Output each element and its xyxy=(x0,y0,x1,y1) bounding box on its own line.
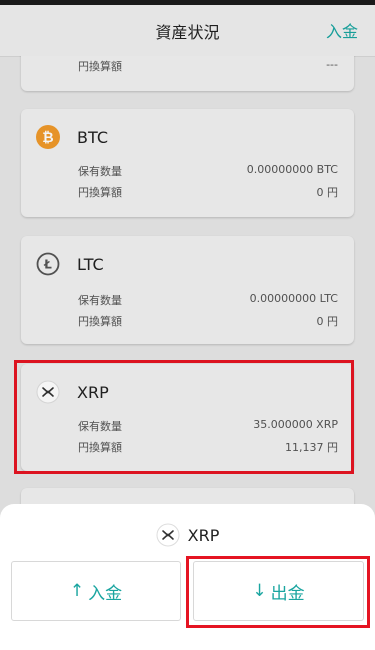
arrow-up-icon: ↑ xyxy=(69,581,85,601)
jpy-value: --- xyxy=(326,58,338,71)
jpy-row: 円換算額 0 円 xyxy=(78,184,338,200)
holdings-value: 0.00000000 LTC xyxy=(249,292,338,305)
app-header: 資産状況 入金 xyxy=(0,5,375,57)
holdings-row: 保有数量 0.00000000 LTC xyxy=(78,292,338,308)
jpy-value: 0 円 xyxy=(316,315,339,328)
deposit-button[interactable]: ↑ 入金 xyxy=(11,561,181,621)
highlight-frame-withdraw xyxy=(186,556,370,628)
coin-name: LTC xyxy=(77,254,104,274)
bitcoin-icon: ₿ xyxy=(36,125,60,149)
jpy-row: 円換算額 --- xyxy=(78,58,338,74)
page-title: 資産状況 xyxy=(155,22,220,42)
svg-text:Ł: Ł xyxy=(43,258,52,272)
holdings-label: 保有数量 xyxy=(78,165,122,178)
asset-card-btc[interactable]: ₿ BTC 保有数量 0.00000000 BTC 円換算額 0 円 xyxy=(21,109,354,217)
sheet-coin-name: XRP xyxy=(187,525,220,545)
deposit-label: 入金 xyxy=(88,583,123,604)
coin-name: BTC xyxy=(77,127,108,147)
xrp-icon xyxy=(156,523,180,547)
svg-text:₿: ₿ xyxy=(42,130,53,146)
jpy-label: 円換算額 xyxy=(78,186,122,199)
coin-head: Ł LTC xyxy=(36,252,104,276)
header-deposit-link[interactable]: 入金 xyxy=(326,18,358,42)
holdings-label: 保有数量 xyxy=(78,294,122,307)
coin-head: ₿ BTC xyxy=(36,125,108,149)
litecoin-icon: Ł xyxy=(36,252,60,276)
holdings-row: 保有数量 0.00000000 BTC xyxy=(78,163,338,179)
holdings-value: 0.00000000 BTC xyxy=(246,163,338,176)
screen: 資産状況 入金 円換算額 --- ₿ BTC 保有数量 0.00000000 B… xyxy=(0,0,375,650)
asset-card-partial[interactable]: 円換算額 --- xyxy=(21,56,354,91)
highlight-frame-xrp-card xyxy=(14,360,354,474)
jpy-row: 円換算額 0 円 xyxy=(78,313,338,329)
jpy-label: 円換算額 xyxy=(78,60,122,73)
asset-card-ltc[interactable]: Ł LTC 保有数量 0.00000000 LTC 円換算額 0 円 xyxy=(21,236,354,344)
jpy-label: 円換算額 xyxy=(78,315,122,328)
jpy-value: 0 円 xyxy=(316,186,339,199)
sheet-header: XRP xyxy=(0,523,375,547)
